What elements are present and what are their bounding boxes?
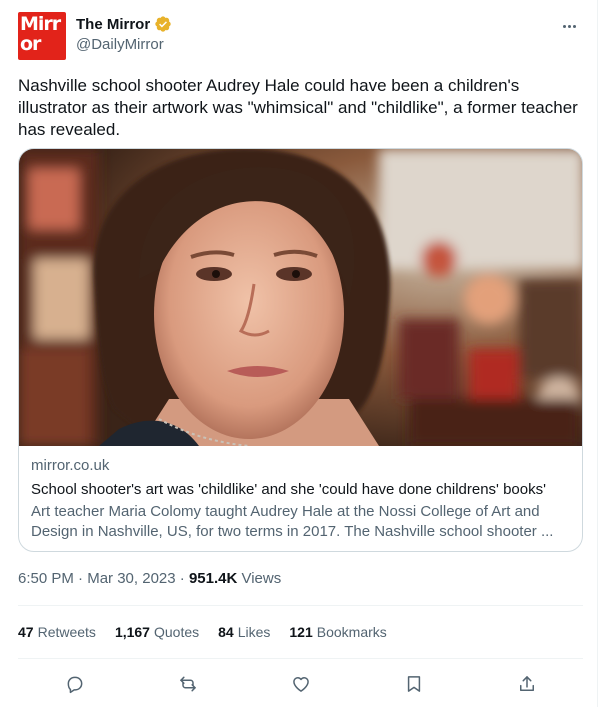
display-name[interactable]: The Mirror [76, 16, 150, 33]
bookmarks-count: 121 [289, 624, 313, 640]
logo-line-1: Mirr [20, 13, 61, 35]
likes-label: Likes [237, 624, 271, 640]
divider [18, 605, 583, 606]
tweet-date[interactable]: Mar 30, 2023 [87, 570, 175, 587]
card-image[interactable] [19, 149, 582, 446]
link-card[interactable]: mirror.co.uk School shooter's art was 'c… [18, 148, 583, 552]
tweet-text: Nashville school shooter Audrey Hale cou… [18, 76, 578, 139]
verified-badge-icon [155, 16, 171, 32]
bookmarks-label: Bookmarks [316, 624, 387, 640]
tweet-timestamp: 6:50 PM · Mar 30, 2023 · 951.4K Views [18, 570, 281, 587]
reply-icon [67, 676, 82, 694]
user-handle[interactable]: @DailyMirror [76, 36, 172, 53]
tweet: Mirr or The Mirror @DailyMirror Nashvill… [0, 0, 598, 707]
likes-stat[interactable]: 84 Likes [218, 624, 270, 640]
quotes-stat[interactable]: 1,167 Quotes [115, 624, 199, 640]
retweet-button[interactable] [170, 670, 206, 698]
divider [18, 658, 583, 659]
like-button[interactable] [283, 670, 319, 698]
share-icon [519, 676, 534, 691]
reply-button[interactable] [57, 670, 93, 698]
bookmark-icon [407, 676, 420, 692]
share-button[interactable] [509, 670, 545, 698]
card-description: Art teacher Maria Colomy taught Audrey H… [31, 503, 554, 540]
views-count: 951.4K [188, 570, 238, 587]
engagement-stats: 47 Retweets 1,167 Quotes 84 Likes 121 Bookma… [18, 624, 387, 640]
retweet-icon [179, 676, 196, 692]
avatar[interactable]: Mirr or [18, 12, 66, 60]
like-icon [292, 677, 309, 692]
logo-line-2: or [20, 33, 41, 55]
tweet-time[interactable]: 6:50 PM [18, 570, 74, 587]
name-row: The Mirror [76, 14, 172, 34]
card-meta: mirror.co.uk School shooter's art was 'c… [31, 457, 570, 542]
likes-count: 84 [218, 624, 234, 640]
separator: · [73, 570, 88, 587]
views-label: Views [237, 570, 282, 587]
retweets-count: 47 [18, 624, 34, 640]
bookmark-button[interactable] [396, 670, 432, 698]
retweets-label: Retweets [37, 624, 96, 640]
tweet-header: The Mirror @DailyMirror [76, 14, 172, 53]
more-options-icon[interactable] [557, 16, 581, 36]
quotes-label: Quotes [153, 624, 200, 640]
bookmarks-stat[interactable]: 121 Bookmarks [289, 624, 386, 640]
action-bar [18, 670, 583, 698]
separator: · [175, 570, 189, 587]
retweets-stat[interactable]: 47 Retweets [18, 624, 96, 640]
card-domain: mirror.co.uk [31, 457, 110, 474]
mirror-logo: Mirr or [20, 14, 64, 54]
card-title: School shooter's art was 'childlike' and… [31, 481, 546, 498]
quotes-count: 1,167 [114, 624, 150, 640]
